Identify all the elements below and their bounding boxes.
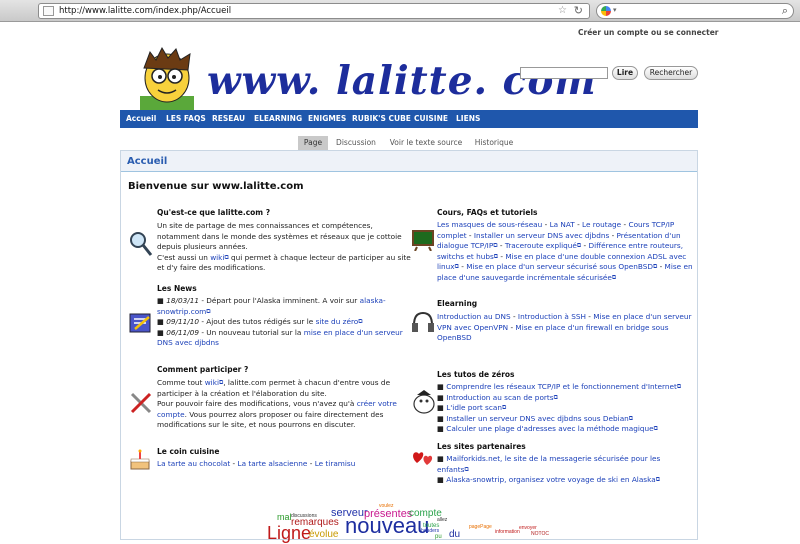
nav-item-liens[interactable]: LIENS [456, 114, 480, 123]
course-link[interactable]: Mise en place d'un serveur sécurisé sous… [466, 262, 653, 271]
read-button[interactable]: Lire [612, 66, 638, 80]
tutorial-link[interactable]: Calculer une plage d'adresses avec la mé… [446, 424, 653, 433]
elearning-link[interactable]: Introduction au DNS [437, 312, 511, 321]
blackboard-icon [412, 230, 434, 251]
nav-item-reseau[interactable]: RESEAU [212, 114, 245, 123]
bookmark-star-icon[interactable]: ☆ [558, 5, 567, 16]
tab-history[interactable]: Historique [472, 136, 516, 150]
elearning-links: Introduction au DNS - Introduction à SSH… [437, 312, 692, 342]
address-bar[interactable]: http://www.lalitte.com/index.php/Accueil… [38, 3, 590, 19]
logo-avatar[interactable] [132, 46, 202, 114]
nav-item-cuisine[interactable]: CUISINE [414, 114, 448, 123]
tutorial-link[interactable]: L'idle port scan [446, 403, 502, 412]
tutorial-link[interactable]: Introduction au scan de ports [446, 393, 553, 402]
wiki-link[interactable]: wiki [205, 378, 219, 387]
tag[interactable]: Ligne [267, 523, 311, 544]
elearning-title: Elearning [437, 299, 478, 308]
notepad-icon [129, 313, 151, 333]
news-item: ■ 18/03/11 - Départ pour l'Alaska immine… [157, 296, 386, 316]
elearning-link[interactable]: Introduction à SSH [518, 312, 586, 321]
tag[interactable]: pagePage [469, 524, 492, 530]
course-link[interactable]: Installer un serveur DNS avec djbdns [474, 231, 609, 240]
tag[interactable]: pu [435, 534, 442, 540]
cake-icon [130, 449, 150, 470]
tag[interactable]: évolue [309, 529, 338, 540]
welcome-heading: Bienvenue sur www.lalitte.com [128, 181, 304, 192]
tab-discussion[interactable]: Discussion [334, 136, 378, 150]
search-icon[interactable]: ⌕ [782, 4, 788, 18]
nav-item-enigmes[interactable]: ENIGMES [308, 114, 346, 123]
tag[interactable]: du [449, 529, 460, 540]
tutorial-link[interactable]: Installer un serveur DNS avec djbdns sou… [446, 414, 629, 423]
tab-view-source[interactable]: Voir le texte source [386, 136, 466, 150]
participate-title: Comment participer ? [157, 365, 249, 374]
tag[interactable]: mal [277, 512, 292, 522]
recipe-link[interactable]: Le tiramisu [315, 459, 356, 468]
main-nav: Accueil LES FAQS RESEAU ELEARNING ENIGME… [120, 110, 698, 128]
cooking-title: Le coin cuisine [157, 447, 220, 456]
tab-page[interactable]: Page [298, 136, 328, 150]
search-engine-box[interactable]: ▾ ⌕ [596, 3, 794, 19]
nav-item-elearning[interactable]: ELEARNING [254, 114, 302, 123]
news-link[interactable]: site du zéro [316, 317, 359, 326]
magnifier-icon [130, 232, 153, 256]
wiki-link[interactable]: wiki [210, 253, 224, 262]
favicon-icon [43, 6, 54, 16]
partners-links: ■ Mailforkids.net, le site de la message… [437, 454, 661, 484]
page-title: Accueil [127, 156, 168, 167]
tutorial-link[interactable]: Comprendre les réseaux TCP/IP et le fonc… [446, 382, 677, 391]
courses-title: Cours, FAQs et tutoriels [437, 208, 538, 217]
tag[interactable]: nouveau [345, 513, 429, 539]
recipe-link[interactable]: La tarte au chocolat [157, 459, 230, 468]
search-button[interactable]: Rechercher [644, 66, 698, 80]
news-list: ■ 18/03/11 - Départ pour l'Alaska immine… [157, 296, 412, 349]
chevron-down-icon[interactable]: ▾ [613, 6, 617, 14]
cooking-links: La tarte au chocolat - La tarte alsacien… [157, 459, 356, 468]
news-title: Les News [157, 284, 197, 293]
recipe-link[interactable]: La tarte alsacienne [238, 459, 308, 468]
about-title: Qu'est-ce que lalitte.com ? [157, 208, 271, 217]
tag[interactable]: NOTOC [531, 531, 549, 537]
browser-toolbar: http://www.lalitte.com/index.php/Accueil… [0, 0, 800, 22]
headphones-icon [412, 311, 434, 332]
course-link[interactable]: La NAT [550, 220, 575, 229]
courses-links: Les masques de sous-réseau - La NAT - Le… [437, 220, 693, 282]
content-area: Accueil Bienvenue sur www.lalitte.com Qu… [120, 150, 698, 543]
about-text: Un site de partage de mes connaissances … [157, 221, 411, 272]
nav-item-rubiks-cube[interactable]: RUBIK'S CUBE [352, 114, 411, 123]
zero-links: ■ Comprendre les réseaux TCP/IP et le fo… [437, 382, 682, 433]
course-link[interactable]: Traceroute expliqué [505, 241, 577, 250]
course-link[interactable]: Le routage [582, 220, 621, 229]
tools-icon [130, 392, 152, 414]
nav-item-faqs[interactable]: LES FAQS [166, 114, 206, 123]
google-icon[interactable] [601, 6, 611, 16]
partner-link[interactable]: Mailforkids.net, le site de la messageri… [437, 454, 660, 474]
partner-link[interactable]: Alaska-snowtrip, organisez votre voyage … [446, 475, 655, 484]
participate-text: Comme tout wiki⧉, lalitte.com permet à c… [157, 378, 397, 429]
zero-title: Les tutos de zéros [437, 370, 515, 379]
address-text: http://www.lalitte.com/index.php/Accueil [59, 6, 232, 16]
partners-title: Les sites partenaires [437, 442, 526, 451]
login-link[interactable]: Créer un compte ou se connecter [578, 28, 719, 37]
news-item: ■ 09/11/10 - Ajout des tutos rédigés sur… [157, 317, 363, 326]
news-item: ■ 06/11/09 - Un nouveau tutorial sur la … [157, 327, 403, 348]
site-name[interactable]: www. lalitte. com [207, 58, 597, 104]
hearts-icon [413, 452, 433, 465]
reload-icon[interactable]: ↻ [574, 4, 583, 17]
course-link[interactable]: Les masques de sous-réseau [437, 220, 542, 229]
zero-mascot-icon [413, 390, 435, 414]
search-input[interactable] [520, 67, 608, 79]
divider [121, 171, 697, 172]
nav-item-accueil[interactable]: Accueil [126, 114, 156, 123]
content-header: Accueil [121, 151, 697, 172]
tag[interactable]: information [495, 529, 520, 535]
